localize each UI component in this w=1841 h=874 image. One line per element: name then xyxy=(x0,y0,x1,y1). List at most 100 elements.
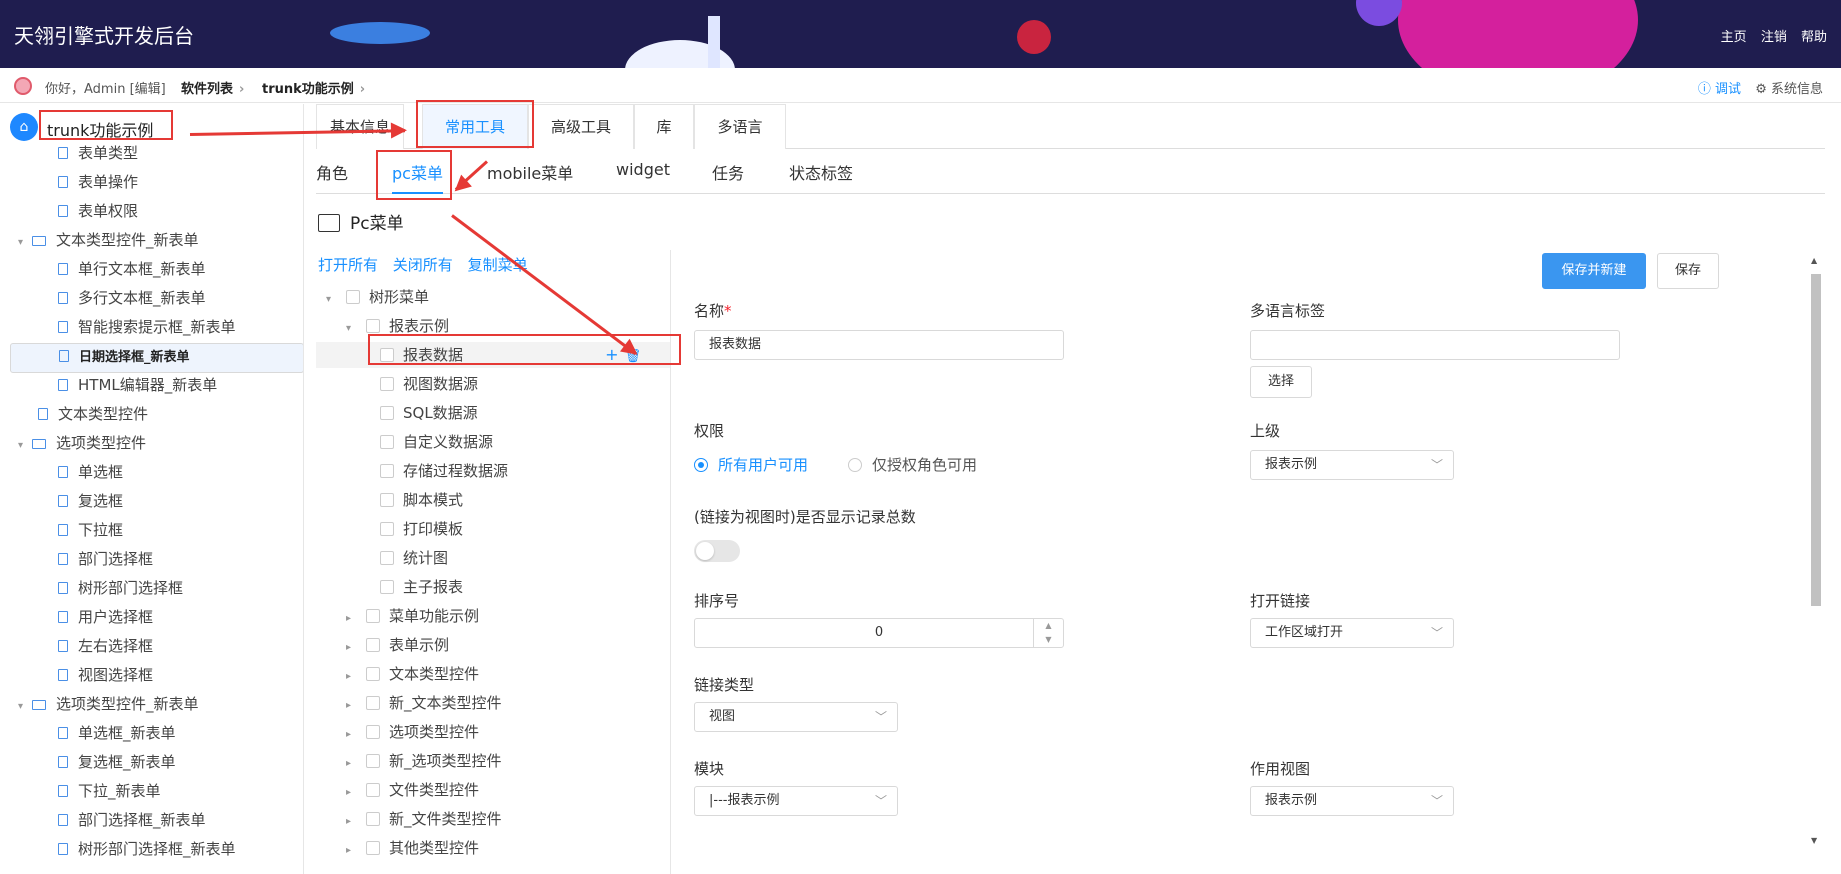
i18n-input[interactable] xyxy=(1250,330,1620,360)
tree-folder-item[interactable]: ▾ 选项类型控件_新表单 xyxy=(0,691,199,717)
caret-right-icon[interactable]: ▸ xyxy=(346,606,366,632)
row-checkbox[interactable] xyxy=(366,812,380,826)
tree-folder-item[interactable]: ▾ 文本类型控件_新表单 xyxy=(0,227,199,253)
tree-item[interactable]: 单选框 xyxy=(0,459,123,485)
menu-tree-row[interactable]: 主子报表 xyxy=(316,574,670,600)
greeting-text[interactable]: 你好，Admin [编辑] xyxy=(45,78,166,97)
caret-down-icon[interactable]: ▾ xyxy=(326,287,346,313)
logout-link[interactable]: 注销 xyxy=(1761,30,1787,45)
caret-right-icon[interactable]: ▸ xyxy=(346,722,366,748)
row-checkbox[interactable] xyxy=(366,725,380,739)
tab-role[interactable]: 角色 xyxy=(316,160,348,184)
caret-down-icon[interactable]: ▾ xyxy=(18,433,32,459)
tab-mobile-menu[interactable]: mobile菜单 xyxy=(487,160,573,184)
tree-item[interactable]: 视图选择框 xyxy=(0,662,153,688)
home-link[interactable]: 主页 xyxy=(1721,30,1747,45)
menu-tree-row[interactable]: 自定义数据源 xyxy=(316,429,670,455)
perm-authorized-roles-radio[interactable]: 仅授权角色可用 xyxy=(848,454,977,475)
tree-item[interactable]: 文本类型控件 xyxy=(0,401,148,427)
view-select[interactable]: 报表示例 ﹀ xyxy=(1250,786,1454,816)
copy-menu-link[interactable]: 复制菜单 xyxy=(468,256,528,274)
name-input[interactable]: 报表数据 xyxy=(694,330,1064,360)
menu-tree-row[interactable]: ▸ 文本类型控件 xyxy=(316,661,670,690)
tab-library[interactable]: 库 xyxy=(634,104,694,149)
caret-right-icon[interactable]: ▸ xyxy=(346,635,366,661)
module-select[interactable]: |---报表示例 ﹀ xyxy=(694,786,898,816)
open-link-select[interactable]: 工作区域打开 ﹀ xyxy=(1250,618,1454,648)
trash-icon[interactable]: 🗑 xyxy=(624,349,641,364)
tree-item[interactable]: 表单操作 xyxy=(0,169,138,195)
caret-down-icon[interactable]: ▾ xyxy=(18,694,32,720)
parent-select[interactable]: 报表示例 ﹀ xyxy=(1250,450,1454,480)
breadcrumb-software-list[interactable]: 软件列表 › xyxy=(181,78,244,97)
menu-tree-row[interactable]: ▾ 树形菜单 xyxy=(316,284,670,313)
save-and-new-button[interactable]: 保存并新建 xyxy=(1542,253,1646,289)
add-icon[interactable]: + xyxy=(605,345,618,364)
menu-tree-row[interactable]: ▸ 新_文本类型控件 xyxy=(316,690,670,719)
caret-right-icon[interactable]: ▸ xyxy=(346,838,366,864)
row-checkbox[interactable] xyxy=(366,319,380,333)
menu-tree-row[interactable]: ▸ 选项类型控件 xyxy=(316,719,670,748)
tree-item[interactable]: 表单类型 xyxy=(0,140,138,166)
caret-down-icon[interactable]: ▾ xyxy=(18,230,32,256)
tree-item[interactable]: 下拉_新表单 xyxy=(0,778,161,804)
row-checkbox[interactable] xyxy=(380,464,394,478)
menu-tree-row[interactable]: ▸ 新_文件类型控件 xyxy=(316,806,670,835)
tree-item[interactable]: 单选框_新表单 xyxy=(0,720,176,746)
row-checkbox[interactable] xyxy=(380,522,394,536)
save-button[interactable]: 保存 xyxy=(1657,253,1719,289)
perm-all-users-radio[interactable]: 所有用户可用 xyxy=(694,454,808,475)
caret-right-icon[interactable]: ▸ xyxy=(346,664,366,690)
tree-item[interactable]: 复选框_新表单 xyxy=(0,749,176,775)
home-icon[interactable]: ⌂ xyxy=(10,113,38,141)
caret-right-icon[interactable]: ▸ xyxy=(346,809,366,835)
caret-right-icon[interactable]: ▸ xyxy=(346,751,366,777)
row-checkbox[interactable] xyxy=(366,841,380,855)
collapse-all-link[interactable]: 关闭所有 xyxy=(393,256,453,274)
caret-right-icon[interactable]: ▸ xyxy=(346,693,366,719)
tree-folder-item[interactable]: ▾ 选项类型控件 xyxy=(0,430,146,456)
form-scrollbar[interactable]: ▲ ▼ xyxy=(1808,252,1824,852)
menu-tree-row[interactable]: 打印模板 xyxy=(316,516,670,542)
tab-common-tools[interactable]: 常用工具 xyxy=(422,104,528,149)
row-checkbox[interactable] xyxy=(366,609,380,623)
row-checkbox[interactable] xyxy=(380,580,394,594)
tab-status-label[interactable]: 状态标签 xyxy=(789,160,853,184)
show-count-toggle[interactable] xyxy=(694,540,740,562)
menu-tree-row[interactable]: 视图数据源 xyxy=(316,371,670,397)
row-checkbox[interactable] xyxy=(380,377,394,391)
menu-tree-row[interactable]: ▾ 报表示例 xyxy=(316,313,670,342)
menu-tree-row[interactable]: ▸ 其他类型控件 xyxy=(316,835,670,864)
expand-all-link[interactable]: 打开所有 xyxy=(318,256,378,274)
row-checkbox[interactable] xyxy=(366,667,380,681)
menu-tree-row[interactable]: 统计图 xyxy=(316,545,670,571)
menu-tree-row[interactable]: 报表数据 + 🗑 xyxy=(316,342,670,368)
row-checkbox[interactable] xyxy=(380,435,394,449)
breadcrumb-current-app[interactable]: trunk功能示例 › xyxy=(262,78,365,97)
avatar[interactable] xyxy=(14,77,32,95)
row-checkbox[interactable] xyxy=(366,783,380,797)
tab-multi-language[interactable]: 多语言 xyxy=(694,104,786,149)
debug-link[interactable]: ⓘ 调试 xyxy=(1698,82,1741,97)
tree-item[interactable]: 下拉框 xyxy=(0,517,123,543)
tab-widget[interactable]: widget xyxy=(616,160,670,179)
menu-tree-row[interactable]: ▸ 表单示例 xyxy=(316,632,670,661)
tab-basic-info[interactable]: 基本信息 xyxy=(316,104,404,149)
tab-task[interactable]: 任务 xyxy=(712,160,744,184)
scrollbar-thumb[interactable] xyxy=(1811,274,1821,606)
row-checkbox[interactable] xyxy=(366,754,380,768)
tree-item[interactable]: 表单权限 xyxy=(0,198,138,224)
menu-tree-row[interactable]: SQL数据源 xyxy=(316,400,670,426)
tree-item[interactable]: 用户选择框 xyxy=(0,604,153,630)
menu-tree-row[interactable]: 存储过程数据源 xyxy=(316,458,670,484)
row-checkbox[interactable] xyxy=(380,551,394,565)
order-stepper[interactable]: 0 ▲ ▼ xyxy=(694,618,1064,648)
caret-down-icon[interactable]: ▾ xyxy=(346,316,366,342)
row-checkbox[interactable] xyxy=(380,348,394,362)
tree-item[interactable]: 左右选择框 xyxy=(0,633,153,659)
tree-item[interactable]: 树形部门选择框_新表单 xyxy=(0,836,236,862)
menu-tree-row[interactable]: 脚本模式 xyxy=(316,487,670,513)
tree-item[interactable]: 日期选择框_新表单 xyxy=(10,343,303,373)
system-info-link[interactable]: ⚙ 系统信息 xyxy=(1755,82,1823,97)
tree-item[interactable]: 智能搜索提示框_新表单 xyxy=(0,314,236,340)
